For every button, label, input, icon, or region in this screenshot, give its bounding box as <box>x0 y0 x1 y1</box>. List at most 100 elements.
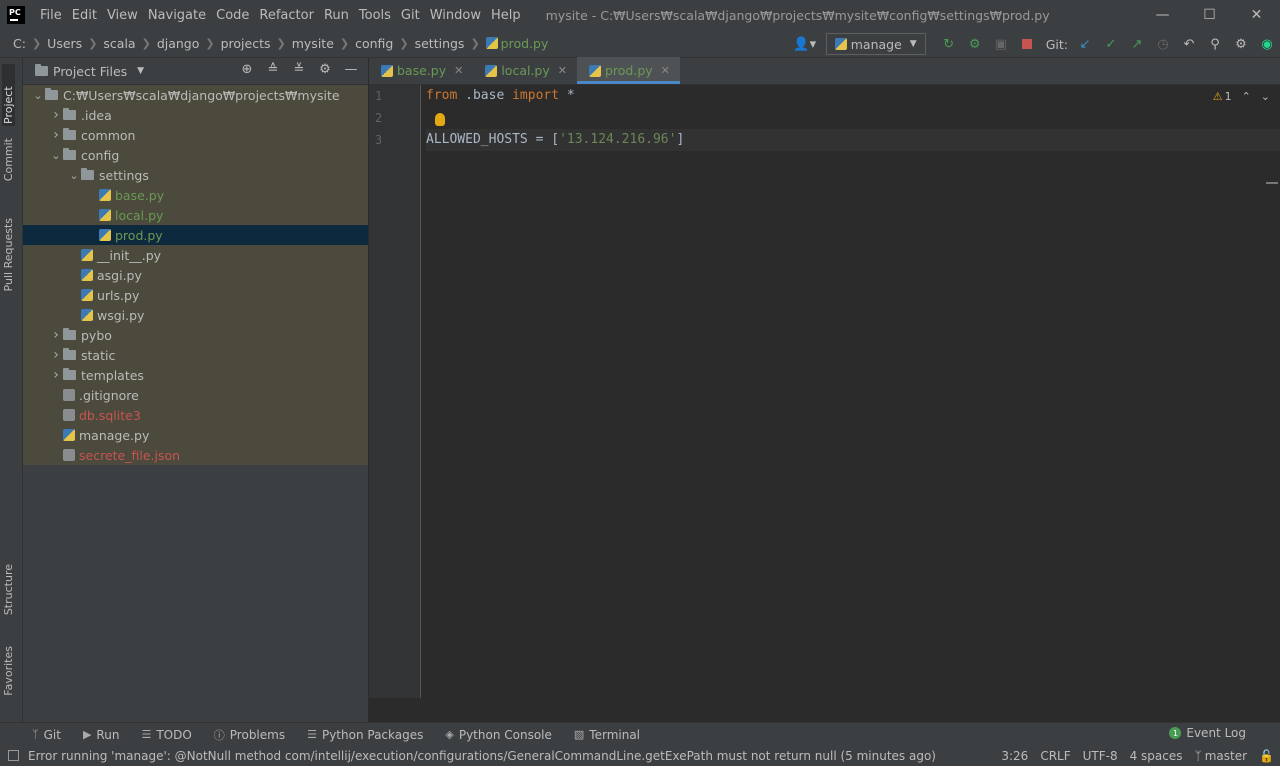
caret-position[interactable]: 3:26 <box>1001 749 1028 763</box>
breadcrumb-item[interactable]: scala <box>103 36 135 51</box>
rerun-icon[interactable]: ↻ <box>936 33 962 55</box>
chevron-down-icon[interactable]: ⌄ <box>67 169 81 182</box>
tree-folder-row[interactable]: › static <box>23 345 368 365</box>
search-icon[interactable]: ⚲ <box>1202 33 1228 55</box>
chevron-right-icon[interactable]: › <box>49 127 63 143</box>
stop-icon[interactable] <box>1014 33 1040 55</box>
status-message[interactable]: Error running 'manage': @NotNull method … <box>28 749 936 763</box>
tab-project[interactable]: Project <box>2 64 15 126</box>
git-commit-icon[interactable]: ✓ <box>1098 33 1124 55</box>
collapse-all-icon[interactable]: ≚ <box>288 62 310 77</box>
gear-icon[interactable]: ⚙ <box>1228 33 1254 55</box>
lightbulb-icon[interactable] <box>435 113 445 126</box>
chevron-down-icon[interactable]: ⌄ <box>49 149 63 162</box>
menu-window[interactable]: Window <box>425 8 486 23</box>
tool-python-packages[interactable]: ☰ Python Packages <box>307 728 423 742</box>
tree-file-row[interactable]: manage.py <box>23 425 368 445</box>
menu-code[interactable]: Code <box>211 8 254 23</box>
locate-icon[interactable]: ⊕ <box>236 62 258 77</box>
tool-todo[interactable]: ☰ TODO <box>141 728 191 742</box>
tree-file-row[interactable]: urls.py <box>23 285 368 305</box>
git-update-icon[interactable]: ↙ <box>1072 33 1098 55</box>
line-separator[interactable]: CRLF <box>1040 749 1070 763</box>
debug-icon[interactable]: ⚙ <box>962 33 988 55</box>
inspection-widget[interactable]: ⚠ 1 ⌃ ⌄ <box>1213 90 1270 103</box>
maximize-icon[interactable]: ☐ <box>1186 0 1233 30</box>
tree-file-row[interactable]: local.py <box>23 205 368 225</box>
menu-view[interactable]: View <box>102 8 143 23</box>
tree-folder-row[interactable]: ⌄ config <box>23 145 368 165</box>
chevron-right-icon[interactable]: › <box>49 327 63 343</box>
gear-icon[interactable]: ⚙ <box>314 62 336 77</box>
tool-git[interactable]: ᛉ Git <box>32 728 61 742</box>
tree-file-row[interactable]: wsgi.py <box>23 305 368 325</box>
close-icon[interactable]: ✕ <box>661 64 670 77</box>
menu-navigate[interactable]: Navigate <box>143 8 211 23</box>
breadcrumb-item[interactable]: settings <box>415 36 465 51</box>
tree-folder-row[interactable]: › common <box>23 125 368 145</box>
tree-folder-row[interactable]: › .idea <box>23 105 368 125</box>
chevron-right-icon[interactable]: › <box>49 367 63 383</box>
tree-file-row[interactable]: asgi.py <box>23 265 368 285</box>
tree-folder-row[interactable]: ⌄ settings <box>23 165 368 185</box>
breadcrumb-current-file[interactable]: prod.py <box>485 36 548 51</box>
tree-file-row[interactable]: db.sqlite3 <box>23 405 368 425</box>
tool-run[interactable]: ▶ Run <box>83 728 119 742</box>
chevron-right-icon[interactable]: › <box>49 107 63 123</box>
menu-run[interactable]: Run <box>319 8 354 23</box>
hide-icon[interactable]: — <box>340 62 362 77</box>
status-toggle-icon[interactable] <box>8 750 19 761</box>
git-branch-widget[interactable]: ᛉ master <box>1195 749 1248 763</box>
tree-file-row[interactable]: secrete_file.json <box>23 445 368 465</box>
lock-icon[interactable]: 🔓 <box>1259 749 1274 763</box>
tree-file-row[interactable]: .gitignore <box>23 385 368 405</box>
tool-problems[interactable]: ⓘ Problems <box>214 727 285 743</box>
chevron-right-icon[interactable]: › <box>49 347 63 363</box>
tree-folder-row[interactable]: ⌄ C:₩Users₩scala₩django₩projects₩mysite <box>23 85 368 105</box>
tree-file-row[interactable]: __init__.py <box>23 245 368 265</box>
breadcrumb-item[interactable]: django <box>157 36 200 51</box>
menu-file[interactable]: File <box>35 8 67 23</box>
git-history-icon[interactable]: ◷ <box>1150 33 1176 55</box>
breadcrumb-item[interactable]: C: <box>13 36 26 51</box>
close-icon[interactable]: ✕ <box>1233 0 1280 30</box>
tool-terminal[interactable]: ▧ Terminal <box>574 728 640 742</box>
pycharm-toolbox-icon[interactable]: ◉ <box>1254 33 1280 55</box>
event-log-button[interactable]: 1 Event Log <box>1169 726 1246 740</box>
user-icon[interactable]: 👤▾ <box>792 33 818 55</box>
expand-all-icon[interactable]: ≙ <box>262 62 284 77</box>
project-view-select[interactable]: Project Files <box>53 64 127 79</box>
chevron-down-icon[interactable]: ⌄ <box>1261 90 1270 103</box>
tool-python-console[interactable]: ◈ Python Console <box>445 728 552 742</box>
tree-file-row[interactable]: prod.py <box>23 225 368 245</box>
coverage-icon[interactable]: ▣ <box>988 33 1014 55</box>
file-encoding[interactable]: UTF-8 <box>1083 749 1118 763</box>
code-editor[interactable]: from .base import * ALLOWED_HOSTS = ['13… <box>426 85 1280 698</box>
close-icon[interactable]: ✕ <box>454 64 463 77</box>
close-icon[interactable]: ✕ <box>558 64 567 77</box>
breadcrumb-item[interactable]: projects <box>221 36 271 51</box>
breadcrumb-item[interactable]: mysite <box>292 36 334 51</box>
chevron-up-icon[interactable]: ⌃ <box>1242 90 1251 103</box>
indent-setting[interactable]: 4 spaces <box>1130 749 1183 763</box>
tab-prod-py[interactable]: prod.py ✕ <box>576 57 680 84</box>
chevron-down-icon[interactable]: ▼ <box>137 66 144 76</box>
menu-edit[interactable]: Edit <box>67 8 102 23</box>
menu-git[interactable]: Git <box>396 8 425 23</box>
tab-structure[interactable]: Structure <box>2 564 15 615</box>
breadcrumb-item[interactable]: config <box>355 36 393 51</box>
git-push-icon[interactable]: ↗ <box>1124 33 1150 55</box>
breadcrumb-item[interactable]: Users <box>47 36 82 51</box>
tree-folder-row[interactable]: › templates <box>23 365 368 385</box>
menu-help[interactable]: Help <box>486 8 526 23</box>
run-configuration-select[interactable]: manage ▼ <box>825 33 926 55</box>
tab-commit[interactable]: Commit <box>2 138 15 181</box>
chevron-down-icon[interactable]: ⌄ <box>31 89 45 102</box>
minimize-icon[interactable]: — <box>1139 0 1186 30</box>
tree-folder-row[interactable]: › pybo <box>23 325 368 345</box>
tab-base-py[interactable]: base.py ✕ <box>369 57 473 84</box>
rollback-icon[interactable]: ↶ <box>1176 33 1202 55</box>
tab-favorites[interactable]: Favorites <box>2 646 15 696</box>
menu-tools[interactable]: Tools <box>354 8 396 23</box>
tab-local-py[interactable]: local.py ✕ <box>473 57 577 84</box>
